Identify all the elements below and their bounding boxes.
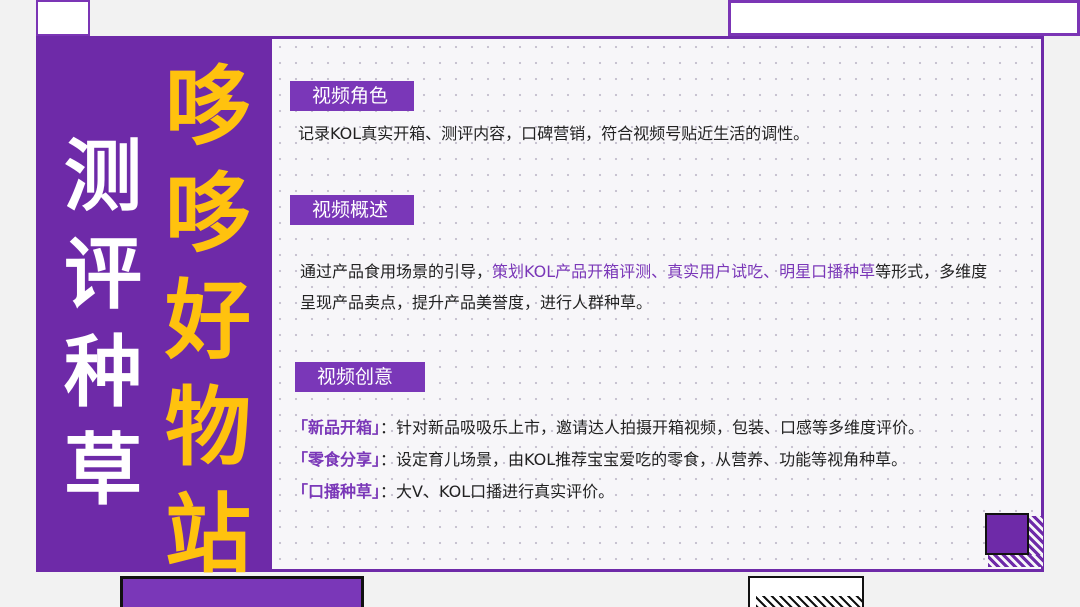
section-tag-overview: 视频概述 [290, 195, 414, 225]
decor-cube-side [1029, 516, 1043, 556]
section-tag-ideas: 视频创意 [295, 362, 425, 392]
idea-sep: ： [380, 482, 397, 501]
idea-desc: 针对新品吸吸乐上市，邀请达人拍摄开箱视频，包装、口感等多维度评价。 [396, 418, 925, 437]
role-description: 记录KOL真实开箱、测评内容，口碑营销，符合视频号贴近生活的调性。 [298, 124, 810, 143]
decor-cube [985, 513, 1029, 555]
decor-frame-top-left [36, 0, 90, 36]
idea-sep: ： [380, 450, 397, 469]
idea-item: 「口播种草」：大V、KOL口播进行真实评价。 [292, 476, 1032, 508]
overview-description: 通过产品食用场景的引导，策划KOL产品开箱评测、真实用户试吃、明星口播种草等形式… [300, 256, 1000, 318]
vertical-title-yellow: 哆哆好物站 [165, 57, 251, 585]
idea-item: 「新品开箱」：针对新品吸吸乐上市，邀请达人拍摄开箱视频，包装、口感等多维度评价。 [292, 412, 1032, 444]
idea-desc: 设定育儿场景，由KOL推荐宝宝爱吃的零食，从营养、功能等视角种草。 [396, 450, 908, 469]
section-tag-role: 视频角色 [290, 81, 414, 111]
decor-frame-top-right [728, 0, 1080, 36]
decor-stripe-bottom-right [756, 596, 862, 607]
overview-text-before: 通过产品食用场景的引导， [300, 262, 493, 281]
idea-desc: 大V、KOL口播进行真实评价。 [396, 482, 615, 501]
idea-sep: ： [380, 418, 397, 437]
vertical-title-white: 测评种草 [63, 132, 142, 516]
decor-bar-bottom-left [120, 576, 364, 607]
idea-key: 「零食分享」 [292, 450, 381, 469]
idea-item: 「零食分享」：设定育儿场景，由KOL推荐宝宝爱吃的零食，从营养、功能等视角种草。 [292, 444, 1032, 476]
ideas-list: 「新品开箱」：针对新品吸吸乐上市，邀请达人拍摄开箱视频，包装、口感等多维度评价。… [292, 412, 1032, 508]
idea-key: 「新品开箱」 [292, 418, 381, 437]
decor-cube-bottom [988, 555, 1043, 567]
idea-key: 「口播种草」 [292, 482, 381, 501]
overview-text-highlight: 策划KOL产品开箱评测、真实用户试吃、明星口播种草 [492, 262, 876, 281]
